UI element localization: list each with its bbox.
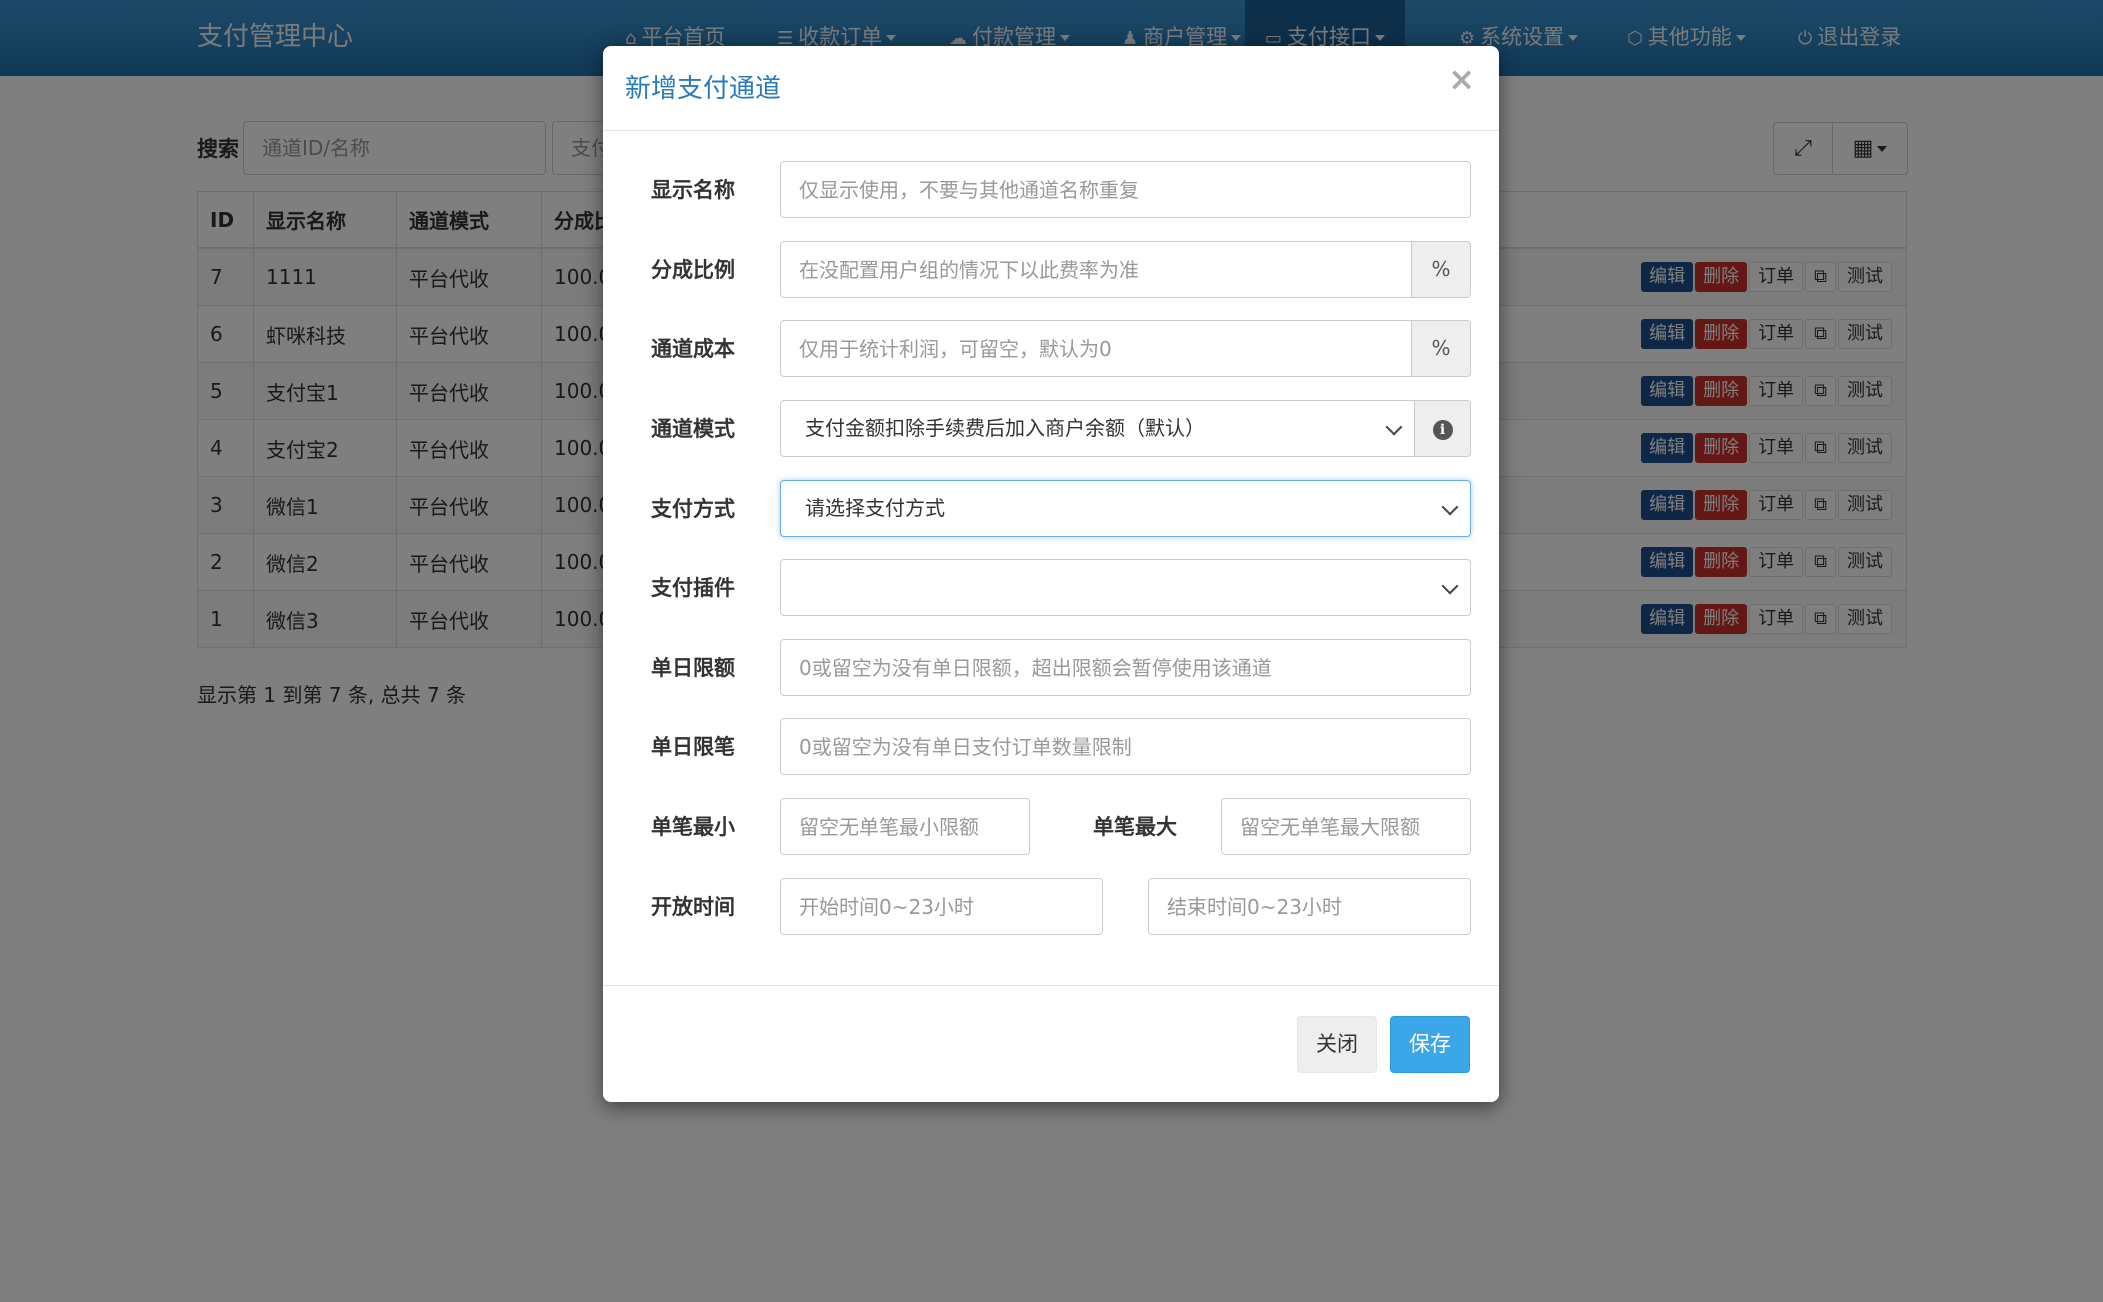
- cost-label: 通道成本: [651, 337, 735, 361]
- max-amount-input[interactable]: [1221, 798, 1471, 855]
- chevron-down-icon: [1441, 498, 1459, 516]
- add-channel-modal: 新增支付通道 × 显示名称 分成比例 % 通道成本 % 通道模式 支付金额扣除手…: [603, 46, 1499, 1102]
- rate-label: 分成比例: [651, 258, 735, 282]
- chevron-down-icon: [1441, 577, 1459, 595]
- modal-footer: 关闭 保存: [603, 985, 1499, 1103]
- modal-title: 新增支付通道: [625, 74, 782, 104]
- rate-input[interactable]: [780, 241, 1412, 298]
- pay-type-select[interactable]: 请选择支付方式: [780, 480, 1471, 537]
- day-count-label: 单日限笔: [651, 735, 735, 759]
- open-time-label: 开放时间: [651, 895, 735, 919]
- mode-label: 通道模式: [651, 417, 735, 441]
- display-name-input[interactable]: [780, 161, 1471, 218]
- info-icon: i: [1432, 419, 1453, 440]
- pay-type-select-value: 请选择支付方式: [805, 496, 945, 520]
- close-button[interactable]: 关闭: [1297, 1016, 1377, 1073]
- day-limit-label: 单日限额: [651, 656, 735, 680]
- min-amount-input[interactable]: [780, 798, 1030, 855]
- day-limit-input[interactable]: [780, 639, 1471, 696]
- chevron-down-icon: [1385, 418, 1403, 436]
- percent-addon: %: [1411, 320, 1471, 377]
- modal-header: 新增支付通道 ×: [603, 46, 1499, 131]
- plugin-select[interactable]: [780, 559, 1471, 616]
- end-time-input[interactable]: [1148, 878, 1471, 935]
- display-name-label: 显示名称: [651, 178, 735, 202]
- mode-select-value: 支付金额扣除手续费后加入商户余额（默认）: [805, 416, 1205, 440]
- max-amount-label: 单笔最大: [1093, 815, 1177, 839]
- mode-info-addon[interactable]: i: [1414, 400, 1471, 457]
- cost-input[interactable]: [780, 320, 1412, 377]
- day-count-input[interactable]: [780, 718, 1471, 775]
- pay-type-label: 支付方式: [651, 497, 735, 521]
- save-button[interactable]: 保存: [1390, 1016, 1470, 1073]
- close-icon[interactable]: ×: [1448, 60, 1475, 98]
- start-time-input[interactable]: [780, 878, 1103, 935]
- min-amount-label: 单笔最小: [651, 815, 735, 839]
- plugin-label: 支付插件: [651, 576, 735, 600]
- mode-select[interactable]: 支付金额扣除手续费后加入商户余额（默认）: [780, 400, 1415, 457]
- percent-addon: %: [1411, 241, 1471, 298]
